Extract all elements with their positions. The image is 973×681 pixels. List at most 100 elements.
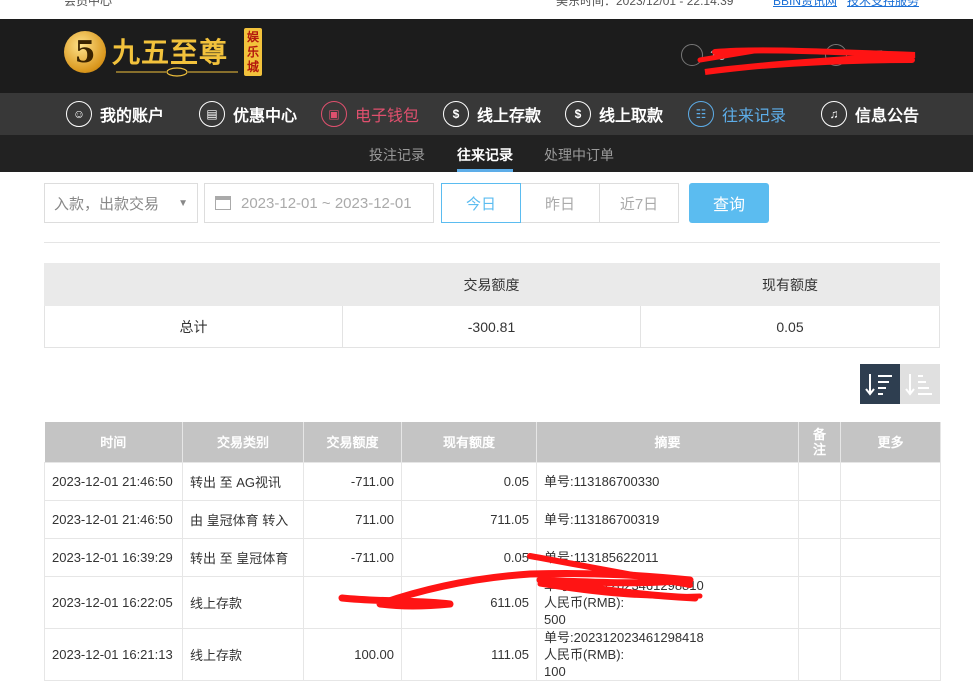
cell-type: 线上存款: [182, 575, 304, 629]
nav-e-wallet[interactable]: ▣ 电子钱包: [321, 93, 419, 135]
wallet-icon: ▣: [321, 101, 347, 127]
column-header: 现有额度: [401, 422, 537, 462]
summary-amount: -300.81: [342, 305, 641, 348]
query-button[interactable]: 查询: [689, 183, 769, 223]
cell-summary: 单号:202312023461298418 人民币(RMB): 100: [536, 627, 799, 681]
tab-pending-orders[interactable]: 处理中订单: [544, 145, 614, 165]
nav-promotions[interactable]: ▤ 优惠中心: [199, 93, 297, 135]
nav-transaction-records[interactable]: ☷ 往来记录: [688, 93, 786, 135]
cell-more[interactable]: [840, 537, 941, 577]
last-7-days-button[interactable]: 近7日: [599, 183, 679, 223]
summary-currency: 人民币(RMB):: [544, 594, 625, 610]
filter-bar: 入款，出款交易 ▼ 2023-12-01 ~ 2023-12-01 今日 昨日 …: [44, 183, 940, 223]
server-time: 美东时间：2023/12/01 - 22:14:39: [556, 0, 734, 8]
active-tab-indicator: [457, 169, 513, 172]
summary-header: 交易额度: [342, 263, 641, 306]
cell-balance: 611.05: [401, 575, 537, 629]
summary-order-no: 单号:202312023461298810: [544, 577, 704, 593]
nav-my-account[interactable]: ☺ 我的账户: [66, 93, 164, 135]
transaction-type-select[interactable]: 入款，出款交易 ▼: [44, 183, 198, 223]
bbin-link[interactable]: BBIN资讯网: [773, 0, 837, 9]
withdraw-icon: $: [565, 101, 591, 127]
deposit-icon: $: [443, 101, 469, 127]
date-range-input[interactable]: 2023-12-01 ~ 2023-12-01: [204, 183, 434, 223]
nav-online-withdraw[interactable]: $ 线上取款: [565, 93, 663, 135]
cell-type: 由 皇冠体育 转入: [182, 499, 304, 539]
summary-header: [44, 263, 343, 306]
sort-ascending-icon: [905, 374, 932, 396]
yesterday-button[interactable]: 昨日: [520, 183, 600, 223]
support-link[interactable]: 技术支持服务: [847, 0, 919, 9]
cell-summary: 单号:113186700319: [536, 499, 799, 539]
cell-summary: 单号:113185622011: [536, 537, 799, 577]
site-logo[interactable]: 5 九五至尊 娱乐城: [64, 28, 264, 81]
top-strip: 会员中心 美东时间：2023/12/01 - 22:14:39 BBIN资讯网 …: [0, 0, 973, 19]
cell-time: 2023-12-01 16:21:13: [44, 627, 183, 681]
column-header: 备注: [798, 422, 841, 462]
user-avatar-icon: [681, 44, 703, 66]
calendar-icon: [215, 196, 231, 210]
member-center-link[interactable]: 会员中心: [64, 0, 112, 9]
column-header: 更多: [840, 422, 941, 462]
cell-balance: 0.05: [401, 537, 537, 577]
summary-currency: 人民币(RMB):: [544, 646, 625, 662]
table-row: 2023-12-01 21:46:50 转出 至 AG视讯 -711.00 0.…: [44, 461, 941, 501]
tab-transaction-records[interactable]: 往来记录: [457, 145, 513, 165]
summary-header-row: 交易额度 现有额度: [44, 263, 940, 306]
record-icon: ☷: [688, 101, 714, 127]
nav-online-deposit[interactable]: $ 线上存款: [443, 93, 541, 135]
column-header: 交易额度: [303, 422, 402, 462]
site-header: 5 九五至尊 娱乐城 36 0.05: [0, 19, 973, 93]
summary-label: 总计: [44, 305, 343, 348]
cell-time: 2023-12-01 16:22:05: [44, 575, 183, 629]
table-row: 2023-12-01 16:21:13 线上存款 100.00 111.05 单…: [44, 627, 941, 681]
cell-amount: -711.00: [303, 537, 402, 577]
table-row: 2023-12-01 16:39:29 转出 至 皇冠体育 -711.00 0.…: [44, 537, 941, 577]
main-nav: ☺ 我的账户 ▤ 优惠中心 ▣ 电子钱包 $ 线上存款 $ 线上取款 ☷ 往来记录 ♫ 信息公…: [0, 93, 973, 135]
cell-balance: 711.05: [401, 499, 537, 539]
gift-icon: ▤: [199, 101, 225, 127]
logo-coin-icon: 5: [64, 31, 106, 73]
records-header-row: 时间 交易类别 交易额度 现有额度 摘要 备注 更多: [44, 422, 941, 462]
cell-more[interactable]: [840, 461, 941, 501]
summary-value: 100: [544, 663, 566, 679]
header-balance: 0.05: [856, 47, 884, 63]
cell-note: [798, 627, 841, 681]
cell-type: 线上存款: [182, 627, 304, 681]
cell-amount: -711.00: [303, 461, 402, 501]
cell-balance: 111.05: [401, 627, 537, 681]
divider: [44, 242, 940, 243]
bell-icon: ♫: [821, 101, 847, 127]
sort-descending-button[interactable]: [860, 364, 900, 404]
sub-nav: 投注记录 往来记录 处理中订单: [0, 135, 973, 172]
cell-amount: [303, 575, 402, 629]
cell-more[interactable]: [840, 499, 941, 539]
cell-amount: 711.00: [303, 499, 402, 539]
cell-amount: 100.00: [303, 627, 402, 681]
cell-type: 转出 至 AG视讯: [182, 461, 304, 501]
balance-icon: [825, 44, 847, 66]
sort-ascending-button[interactable]: [900, 364, 940, 404]
cell-summary: 单号:113186700330: [536, 461, 799, 501]
cell-note: [798, 499, 841, 539]
cell-note: [798, 537, 841, 577]
nav-announcements[interactable]: ♫ 信息公告: [821, 93, 919, 135]
logo-title: 九五至尊: [112, 36, 229, 69]
summary-value: 500: [544, 611, 566, 627]
sort-descending-icon: [865, 374, 892, 396]
account-name: 36: [710, 47, 726, 63]
table-row: 2023-12-01 21:46:50 由 皇冠体育 转入 711.00 711…: [44, 499, 941, 539]
logo-tag: 娱乐城: [244, 28, 262, 76]
today-button[interactable]: 今日: [441, 183, 521, 223]
chevron-down-icon: ▼: [178, 197, 188, 209]
cell-more[interactable]: [840, 575, 941, 629]
column-header: 时间: [44, 422, 183, 462]
table-row: 2023-12-01 16:22:05 线上存款 611.05 单号:20231…: [44, 575, 941, 629]
summary-header: 现有额度: [640, 263, 940, 306]
logo-ornament-icon: [116, 67, 238, 77]
column-header: 摘要: [536, 422, 799, 462]
cell-balance: 0.05: [401, 461, 537, 501]
column-header: 交易类别: [182, 422, 304, 462]
cell-more[interactable]: [840, 627, 941, 681]
tab-bet-records[interactable]: 投注记录: [369, 145, 425, 165]
